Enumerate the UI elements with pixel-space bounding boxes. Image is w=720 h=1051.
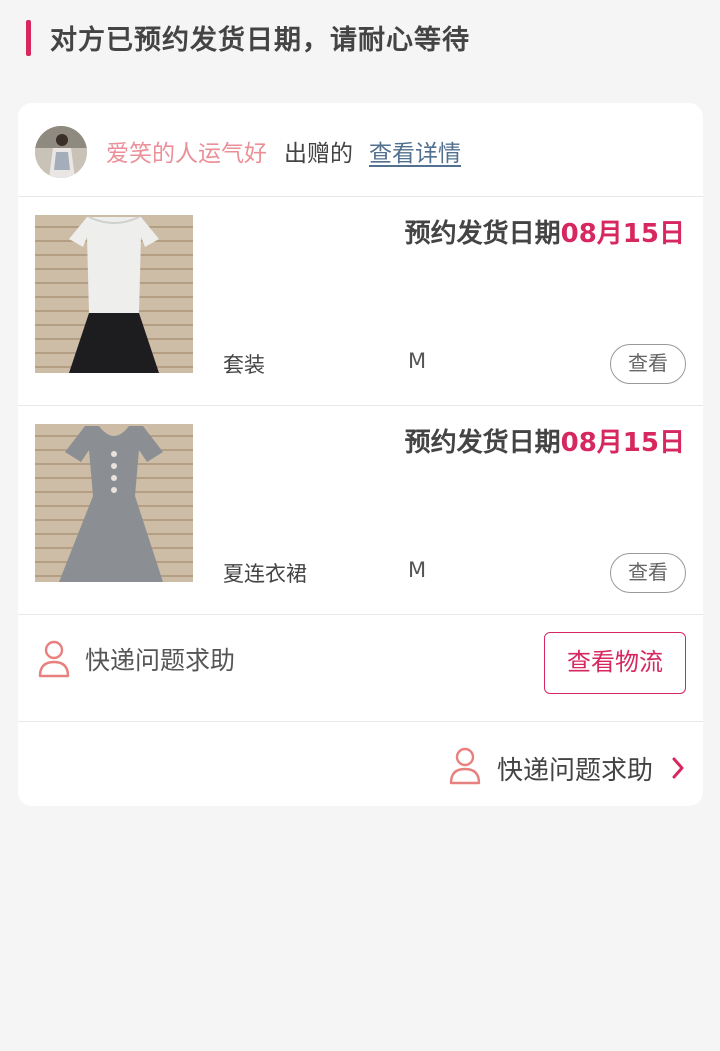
gift-order-card: 爱笑的人运气好 出赠的 查看详情 预约发货日期08月15日 套装 M 查看 预约…	[18, 103, 703, 806]
item-size: M	[408, 349, 427, 373]
item-name: 套装	[223, 353, 265, 377]
item-size: M	[408, 558, 427, 582]
ship-date: 预约发货日期08月15日	[405, 213, 685, 250]
status-title: 对方已预约发货日期，请耐心等待	[50, 25, 470, 56]
view-details-link[interactable]: 查看详情	[369, 134, 461, 168]
view-item-button[interactable]: 查看	[610, 344, 686, 384]
ship-date: 预约发货日期08月15日	[405, 422, 685, 459]
express-help-label: 快递问题求助	[497, 756, 654, 786]
ship-date-value: 08月15日	[560, 428, 685, 458]
chevron-right-icon	[672, 757, 684, 779]
item-thumbnail[interactable]	[35, 215, 193, 373]
ship-date-value: 08月15日	[560, 219, 685, 249]
giver-suffix: 出赠的	[284, 141, 353, 167]
ship-date-label: 预约发货日期	[404, 219, 561, 249]
status-header: 对方已预约发货日期，请耐心等待	[0, 0, 720, 78]
item-thumbnail[interactable]	[35, 424, 193, 582]
ship-date-label: 预约发货日期	[404, 428, 561, 458]
express-help-label[interactable]: 快递问题求助	[85, 641, 235, 677]
view-item-button[interactable]: 查看	[610, 553, 686, 593]
item-row: 预约发货日期08月15日 套装 M 查看	[18, 197, 703, 406]
express-help-row: 快递问题求助 查看物流	[18, 615, 703, 722]
express-help-link[interactable]: 快递问题求助	[18, 722, 703, 806]
person-icon	[38, 640, 70, 678]
view-logistics-button[interactable]: 查看物流	[544, 632, 686, 694]
item-name: 夏连衣裙	[223, 562, 307, 586]
giver-name[interactable]: 爱笑的人运气好	[106, 134, 267, 168]
item-row: 预约发货日期08月15日 夏连衣裙 M 查看	[18, 406, 703, 615]
person-icon	[449, 747, 481, 785]
giver-row: 爱笑的人运气好 出赠的 查看详情	[18, 103, 703, 197]
avatar[interactable]	[35, 126, 87, 178]
accent-bar	[26, 20, 31, 56]
